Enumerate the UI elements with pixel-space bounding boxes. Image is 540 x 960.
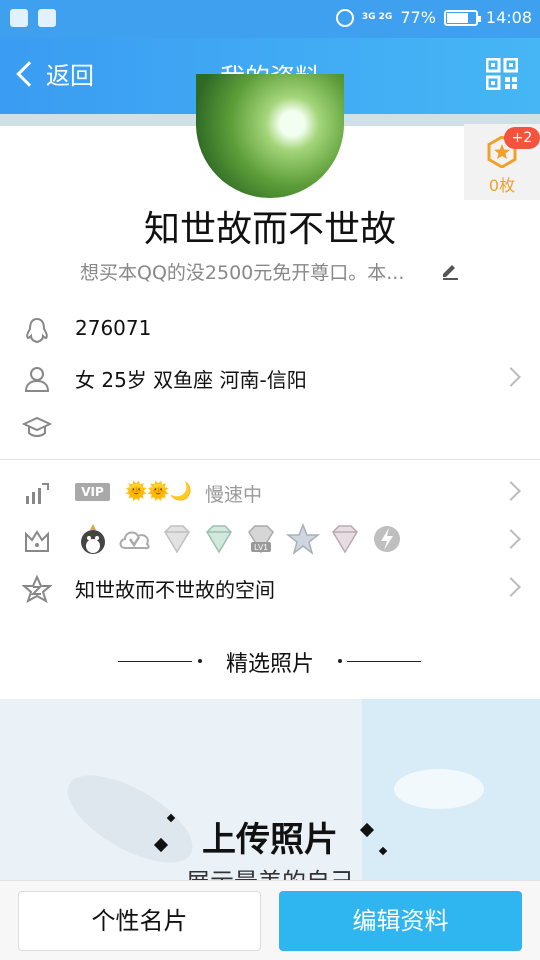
avatar[interactable] — [196, 74, 344, 198]
vip-tag: VIP — [75, 483, 110, 501]
basic-info: 女 25岁 双鱼座 河南-信阳 — [75, 368, 307, 392]
alarm-icon — [335, 8, 354, 27]
diamond-level-label: LV1 — [254, 543, 268, 552]
service-icons: LV1 — [75, 522, 405, 556]
qq-penguin-gold-icon — [81, 524, 105, 554]
services-row[interactable]: LV1 — [0, 516, 540, 564]
chevron-right-icon — [501, 481, 521, 501]
section-title: 精选照片 — [225, 652, 314, 677]
space-row[interactable]: 知世故而不世故的空间 — [0, 564, 540, 612]
cloud-icon — [38, 9, 56, 27]
status-right: 3G 2G 77% 14:08 — [335, 8, 532, 27]
basic-info-row[interactable]: 女 25岁 双鱼座 河南-信阳 — [0, 354, 540, 402]
fish-decoration — [394, 769, 484, 809]
battery-fill — [446, 12, 469, 23]
cloud-v-icon — [119, 531, 150, 550]
medal-plus-badge: +2 — [504, 127, 540, 149]
chevron-right-icon — [501, 367, 521, 387]
level-chart-icon — [26, 483, 49, 504]
status-time: 14:08 — [485, 8, 532, 27]
upload-title: 上传照片 — [202, 820, 338, 860]
diamond-pink-icon — [332, 525, 358, 554]
diamond-level-icon: LV1 — [248, 525, 274, 554]
section-dot-right — [338, 659, 342, 663]
medal-count: 0枚 — [488, 176, 516, 195]
bottom-bar: 个性名片 编辑资料 — [0, 880, 540, 960]
diamond-gray-icon — [164, 525, 190, 554]
qq-number-row: 276071 — [0, 306, 540, 354]
diamond-green-icon — [206, 525, 232, 554]
qr-code-icon[interactable] — [486, 58, 518, 90]
person-icon — [24, 367, 50, 392]
lightning-icon — [374, 526, 400, 552]
star-silver-icon — [285, 522, 321, 555]
penguin-icon — [26, 317, 48, 344]
status-left-icons — [10, 9, 56, 27]
status-bar: 3G 2G 77% 14:08 — [0, 0, 540, 38]
space-label: 知世故而不世故的空间 — [75, 578, 275, 602]
education-row[interactable] — [0, 402, 540, 450]
edit-profile-button[interactable]: 编辑资料 — [279, 891, 522, 951]
edit-pencil-icon[interactable] — [440, 260, 460, 280]
signal-icon: 3G 2G — [361, 12, 393, 22]
chevron-right-icon — [501, 529, 521, 549]
divider — [0, 459, 540, 460]
chevron-right-icon — [501, 577, 521, 597]
signature[interactable]: 想买本QQ的没2500元免开尊口。本... — [80, 258, 440, 285]
profile-card-button[interactable]: 个性名片 — [18, 891, 261, 951]
battery-icon — [443, 9, 481, 26]
nickname: 知世故而不世故 — [143, 209, 396, 250]
crown-box-icon — [25, 530, 49, 552]
star-z-icon — [22, 574, 52, 604]
level-status: 慢速中 — [205, 484, 263, 506]
level-sun-moon-icons: 🌞🌞🌙 — [125, 481, 193, 502]
graduation-cap-icon — [22, 416, 52, 437]
section-line-right — [347, 661, 421, 662]
qq-number: 276071 — [75, 316, 152, 340]
level-row[interactable]: VIP 🌞🌞🌙 慢速中 — [0, 468, 540, 516]
battery-percent: 77% — [400, 8, 436, 27]
notification-icon — [10, 9, 28, 27]
